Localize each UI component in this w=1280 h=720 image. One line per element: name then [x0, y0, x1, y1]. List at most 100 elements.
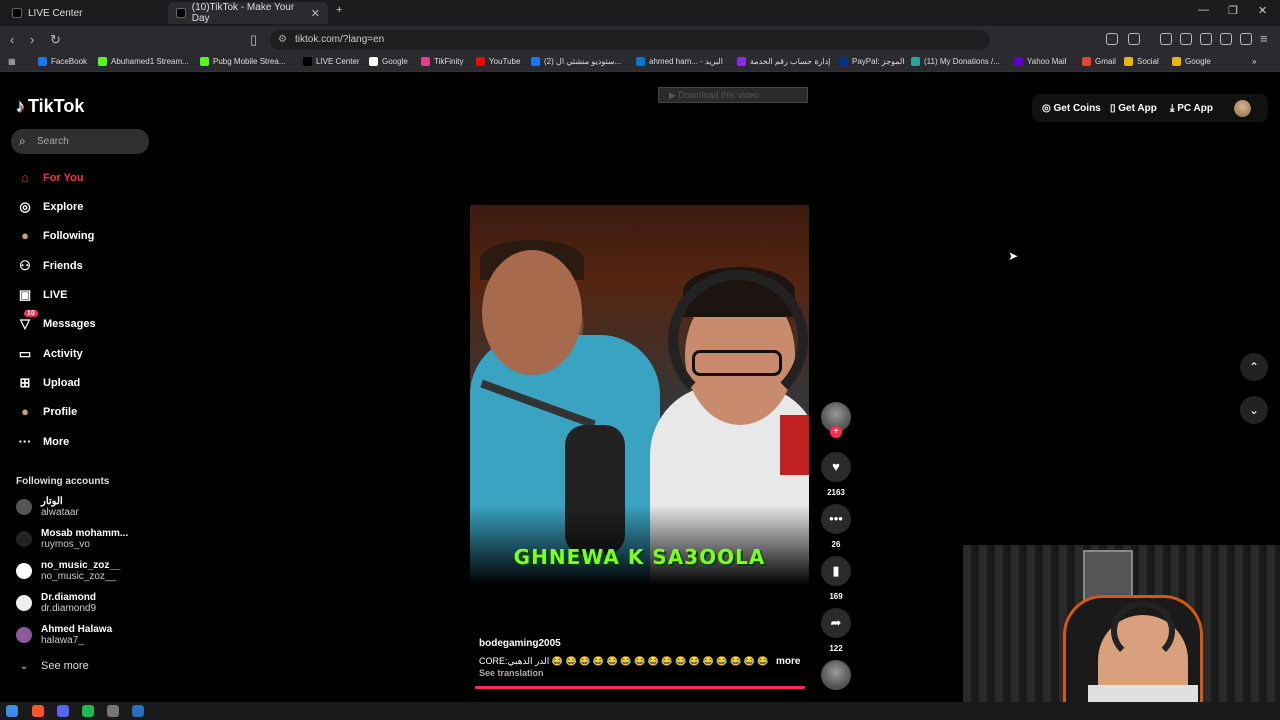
- video-player[interactable]: GHNEWA K SA3OOLA: [470, 205, 809, 585]
- tab-tiktok[interactable]: (10)TikTok - Make Your Day ✕: [168, 2, 328, 24]
- vpn-icon[interactable]: [1240, 33, 1252, 45]
- save-button[interactable]: ▮: [821, 556, 851, 586]
- bookmark-item[interactable]: YouTube: [476, 57, 520, 66]
- bookmark-item[interactable]: Google: [1172, 57, 1211, 66]
- nav-item-upload[interactable]: ⊞ Upload: [16, 375, 81, 391]
- search-input[interactable]: ⌕ Search: [11, 129, 149, 154]
- restore-icon[interactable]: ❐: [1228, 4, 1238, 17]
- follow-plus-icon[interactable]: +: [830, 426, 842, 438]
- account-handle: halawa7_: [41, 635, 84, 646]
- share-button[interactable]: ➦: [821, 608, 851, 638]
- reload-icon[interactable]: ↻: [50, 32, 61, 48]
- leo-icon[interactable]: [1220, 33, 1232, 45]
- minimize-icon[interactable]: —: [1198, 4, 1209, 16]
- url-field[interactable]: ⚙ tiktok.com/?lang=en: [270, 30, 990, 50]
- bookmark-item[interactable]: إدارة حساب رقم الخدمة: [737, 57, 830, 66]
- window-close-icon[interactable]: ✕: [1258, 4, 1267, 17]
- tab-live-center[interactable]: LIVE Center: [4, 2, 164, 24]
- bookmark-icon[interactable]: ▯: [250, 32, 257, 48]
- bookmark-item[interactable]: Abuhamed1 Stream...: [98, 57, 189, 66]
- following-account[interactable]: no_music_zoz__ no_music_zoz__: [16, 560, 120, 582]
- bookmark-item[interactable]: Yahoo Mail: [1014, 57, 1066, 66]
- more-description-button[interactable]: more: [776, 656, 800, 667]
- nav-item-activity[interactable]: ▭ Activity: [16, 346, 83, 362]
- user-avatar[interactable]: [1234, 100, 1251, 117]
- bookmark-item[interactable]: (11) My Donations /...: [911, 57, 1000, 66]
- nav-item-for-you[interactable]: ⌂ For You: [16, 170, 83, 186]
- site-info-icon[interactable]: ⚙: [278, 34, 287, 45]
- see-translation-button[interactable]: See translation: [479, 668, 544, 678]
- get-app-button[interactable]: ▯ Get App: [1110, 103, 1157, 114]
- tiktok-favicon-icon: [176, 8, 186, 18]
- bookmark-item[interactable]: (2) ستوديو منشئي ال...: [531, 57, 621, 66]
- obs-icon[interactable]: [107, 705, 119, 717]
- like-button[interactable]: ♥: [821, 452, 851, 482]
- extension-icon[interactable]: [1128, 33, 1140, 45]
- chevron-down-icon: ⌄: [19, 660, 29, 672]
- scroll-down-button[interactable]: ⌄: [1240, 396, 1268, 424]
- bookmark-item[interactable]: ahmed ham... - البريد: [636, 57, 723, 66]
- forward-icon[interactable]: ›: [30, 32, 34, 47]
- menu-icon[interactable]: ≡: [1260, 31, 1268, 46]
- close-tab-icon[interactable]: ✕: [311, 7, 320, 20]
- search-icon: ⌕: [19, 134, 26, 148]
- nav-label: Activity: [43, 348, 83, 360]
- tiktok-logo[interactable]: ♪ TikTok: [16, 96, 84, 117]
- following-account[interactable]: Dr.diamond dr.diamond9: [16, 592, 96, 614]
- bookmark-favicon-icon: [421, 57, 430, 66]
- comment-count: 26: [831, 540, 841, 549]
- avatar: [16, 563, 32, 579]
- bookmark-item[interactable]: LIVE Center: [303, 57, 360, 66]
- nav-item-profile[interactable]: ● Profile: [16, 404, 77, 420]
- url-text: tiktok.com/?lang=en: [295, 34, 385, 45]
- upload-icon: ⊞: [19, 375, 31, 390]
- video-progress-bar[interactable]: [475, 686, 805, 689]
- back-icon[interactable]: ‹: [10, 32, 14, 47]
- tab-title: LIVE Center: [28, 7, 83, 19]
- nav-label: LIVE: [43, 289, 68, 301]
- get-coins-button[interactable]: ◎ Get Coins: [1042, 103, 1101, 114]
- nav-item-friends[interactable]: ⚇ Friends: [16, 258, 83, 274]
- following-account[interactable]: Ahmed Halawa halawa7_: [16, 624, 112, 646]
- apps-grid-icon[interactable]: ▦: [8, 57, 16, 66]
- bookmark-item[interactable]: Social: [1124, 57, 1159, 66]
- sidebar-icon[interactable]: [1180, 33, 1192, 45]
- new-tab-button[interactable]: +: [336, 4, 342, 16]
- video-author[interactable]: bodegaming2005: [479, 638, 561, 649]
- bookmark-item[interactable]: PayPal: الموجز: [839, 57, 905, 66]
- bookmark-item[interactable]: TikFinity: [421, 57, 463, 66]
- account-name: الوتار: [41, 496, 63, 507]
- bookmark-item[interactable]: Google: [369, 57, 408, 66]
- start-icon[interactable]: [6, 705, 18, 717]
- nav-item-explore[interactable]: ◎ Explore: [16, 199, 83, 215]
- account-name: Mosab mohamm...: [41, 528, 129, 539]
- see-more-button[interactable]: ⌄ See more: [16, 660, 89, 672]
- pc-app-button[interactable]: ⤓ PC App: [1170, 103, 1213, 114]
- scroll-up-button[interactable]: ⌃: [1240, 353, 1268, 381]
- extension-icon[interactable]: [1106, 33, 1118, 45]
- bookmark-item[interactable]: Gmail: [1082, 57, 1116, 66]
- following-account[interactable]: Mosab mohamm... ruymos_vo: [16, 528, 128, 550]
- profile-avatar-icon: ●: [21, 404, 29, 419]
- bookmark-item[interactable]: Pubg Mobile Strea...: [200, 57, 285, 66]
- nav-label: Explore: [43, 201, 84, 213]
- nav-label: Following: [43, 230, 95, 242]
- wallet-icon[interactable]: [1200, 33, 1212, 45]
- nav-item-messages[interactable]: ▽ 10 Messages: [16, 310, 96, 332]
- more-bookmarks-icon[interactable]: »: [1252, 57, 1256, 66]
- nav-item-more[interactable]: ··· More: [16, 434, 70, 450]
- share-arrow-icon: ➦: [830, 615, 842, 630]
- bookmark-item[interactable]: FaceBook: [38, 57, 87, 66]
- music-disc-icon[interactable]: [821, 660, 851, 690]
- comment-button[interactable]: •••: [821, 504, 851, 534]
- steam-icon[interactable]: [132, 705, 144, 717]
- discord-icon[interactable]: [57, 705, 69, 717]
- spotify-icon[interactable]: [82, 705, 94, 717]
- nav-item-following[interactable]: ● Following: [16, 228, 94, 244]
- following-account[interactable]: الوتار alwataar: [16, 496, 79, 518]
- media-icon[interactable]: [1160, 33, 1172, 45]
- brave-icon[interactable]: [32, 705, 44, 717]
- download-video-banner[interactable]: ▶ Download this video: [658, 87, 808, 103]
- account-handle: dr.diamond9: [41, 603, 97, 614]
- nav-item-live[interactable]: ▣ LIVE: [16, 287, 68, 303]
